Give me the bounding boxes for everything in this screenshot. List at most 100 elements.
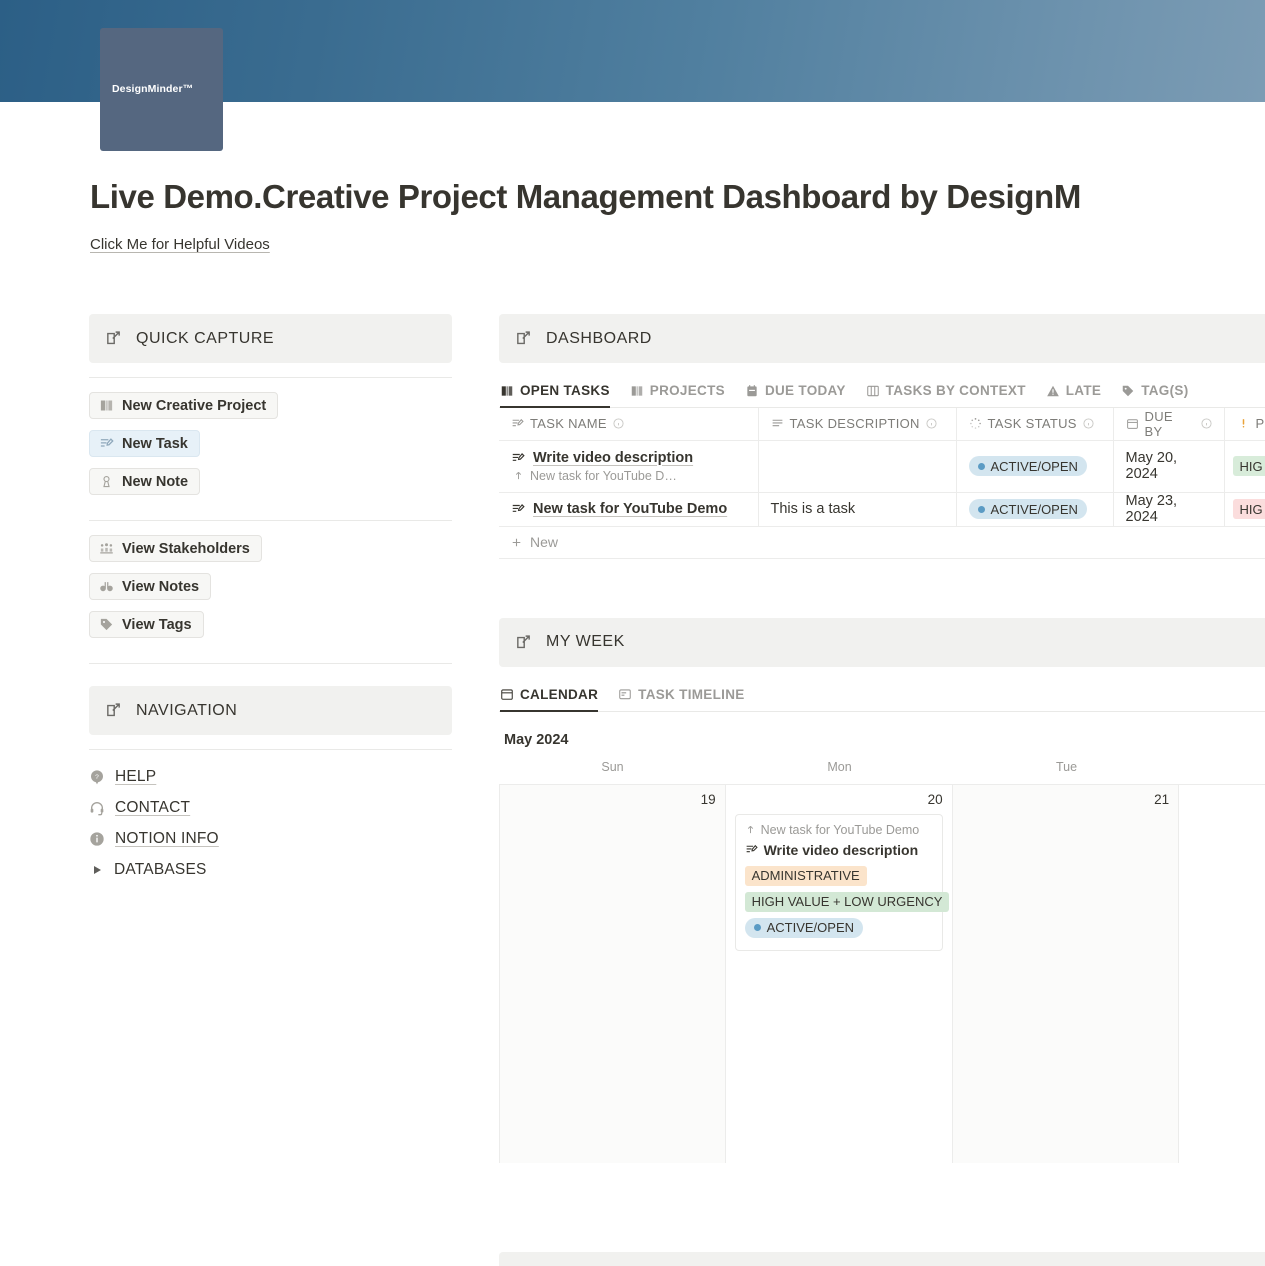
next-section-header-partial [499,1252,1265,1266]
calendar-day-cell[interactable]: 21 [953,785,1180,1163]
tab-due-today[interactable]: DUE TODAY [745,383,846,408]
svg-text:?: ? [95,774,99,781]
cell-due-by[interactable]: May 23, 2024 [1113,492,1224,526]
info-icon [1083,418,1094,429]
edit-square-icon [105,702,122,719]
new-task-button[interactable]: New Task [89,430,200,457]
status-label: ACTIVE/OPEN [767,920,854,935]
sidebar-item-databases[interactable]: DATABASES [89,861,452,879]
sidebar-item-label: CONTACT [115,799,190,817]
column-label: TASK STATUS [988,416,1077,431]
triangle-right-icon[interactable] [94,866,101,874]
calendar-event-card[interactable]: New task for YouTube Demo Write video de… [735,814,943,951]
cell-task-description[interactable] [758,440,956,492]
arrow-up-icon [745,824,756,835]
quick-capture-header: QUICK CAPTURE [89,314,452,363]
text-lines-icon [771,417,784,430]
calendar-day-cell[interactable]: 20 New task for YouTube Demo Write video… [726,785,953,1163]
day-name-sun: Sun [499,760,726,784]
column-task-description[interactable]: TASK DESCRIPTION [758,408,956,440]
brand-logo-text: DesignMinder™ [112,83,193,95]
board-icon [866,384,880,398]
cell-due-by[interactable]: May 20, 2024 [1113,440,1224,492]
cell-priority[interactable]: HIG [1224,440,1265,492]
tab-calendar[interactable]: CALENDAR [500,687,598,712]
new-note-button[interactable]: New Note [89,468,200,495]
chip-label: New Task [122,436,188,452]
status-badge: ACTIVE/OPEN [969,456,1087,476]
column-priority[interactable]: P [1224,408,1265,440]
column-task-status[interactable]: TASK STATUS [956,408,1113,440]
tab-projects[interactable]: PROJECTS [630,383,725,408]
cell-task-name[interactable]: Write video description New task for You… [499,440,758,492]
info-icon [89,831,105,847]
dashboard-header: DASHBOARD [499,314,1265,363]
note-pin-icon [99,474,114,489]
column-due-by[interactable]: DUE BY [1113,408,1224,440]
cell-priority[interactable]: HIG [1224,492,1265,526]
task-lines-icon [511,451,525,465]
helpful-videos-link[interactable]: Click Me for Helpful Videos [90,236,270,253]
calendar-day-cell[interactable]: 19 [499,785,726,1163]
sidebar-item-contact[interactable]: CONTACT [89,799,452,817]
view-notes-button[interactable]: View Notes [89,573,211,600]
my-week-title: MY WEEK [546,633,625,651]
chip-label: New Note [122,474,188,490]
calendar-day-number: 21 [962,792,1170,807]
calendar-month-label: May 2024 [504,732,1265,748]
main-content: DASHBOARD OPEN TASKS PROJECTS DUE TODAY … [499,314,1265,1162]
task-name-link[interactable]: New task for YouTube Demo [533,501,727,517]
sidebar-item-notion-info[interactable]: NOTION INFO [89,830,452,848]
task-parent-reference: New task for YouTube D… [511,469,746,483]
cell-task-status[interactable]: ACTIVE/OPEN [956,440,1113,492]
info-icon [1201,418,1212,429]
cell-task-status[interactable]: ACTIVE/OPEN [956,492,1113,526]
calendar-day-cell[interactable] [1179,785,1265,1163]
tab-tags[interactable]: TAG(S) [1121,383,1188,408]
chip-label: View Tags [122,617,192,633]
timeline-icon [618,687,632,701]
divider [89,520,452,521]
status-label: ACTIVE/OPEN [991,459,1078,474]
tab-late[interactable]: LATE [1046,383,1101,408]
table-row[interactable]: New task for YouTube Demo This is a task… [499,492,1265,526]
event-title: Write video description [745,842,933,858]
sidebar-item-help[interactable]: ? HELP [89,768,452,786]
chip-label: View Stakeholders [122,541,250,557]
tab-tasks-by-context[interactable]: TASKS BY CONTEXT [866,383,1026,408]
task-name-value: Write video description [511,450,746,466]
table-header-row: TASK NAME TASK DESCRIPTION TASK STATUS D… [499,408,1265,440]
cell-task-name[interactable]: New task for YouTube Demo [499,492,758,526]
task-lines-icon [511,417,524,430]
edit-square-icon [105,330,122,347]
tab-open-tasks[interactable]: OPEN TASKS [500,383,610,408]
dashboard-title: DASHBOARD [546,330,652,348]
my-week-header: MY WEEK [499,618,1265,667]
table-row[interactable]: Write video description New task for You… [499,440,1265,492]
navigation-title: NAVIGATION [136,702,237,720]
spinner-icon [969,417,982,430]
event-tag-row: HIGH VALUE + LOW URGENCY [745,892,933,912]
sidebar-item-label: NOTION INFO [115,830,219,848]
tag-icon [99,617,114,632]
task-name-link[interactable]: Write video description [533,450,693,466]
tab-label: DUE TODAY [765,383,846,398]
status-badge: ACTIVE/OPEN [745,918,863,938]
tab-label: OPEN TASKS [520,383,610,398]
headset-icon [89,800,105,816]
my-week-tablist: CALENDAR TASK TIMELINE [499,687,1265,712]
tab-label: TASK TIMELINE [638,687,744,702]
task-parent-label: New task for YouTube D… [530,469,677,483]
sidebar-item-label: DATABASES [114,861,207,879]
view-tags-button[interactable]: View Tags [89,611,204,638]
priority-badge: HIG [1233,456,1265,476]
column-task-name[interactable]: TASK NAME [499,408,758,440]
add-new-task-row[interactable]: New [499,527,1265,559]
view-stakeholders-button[interactable]: View Stakeholders [89,535,262,562]
calendar-icon [1126,417,1139,430]
cell-task-description[interactable]: This is a task [758,492,956,526]
add-new-label: New [530,534,558,550]
new-creative-project-button[interactable]: New Creative Project [89,392,278,419]
tab-task-timeline[interactable]: TASK TIMELINE [618,687,744,712]
chip-label: View Notes [122,579,199,595]
